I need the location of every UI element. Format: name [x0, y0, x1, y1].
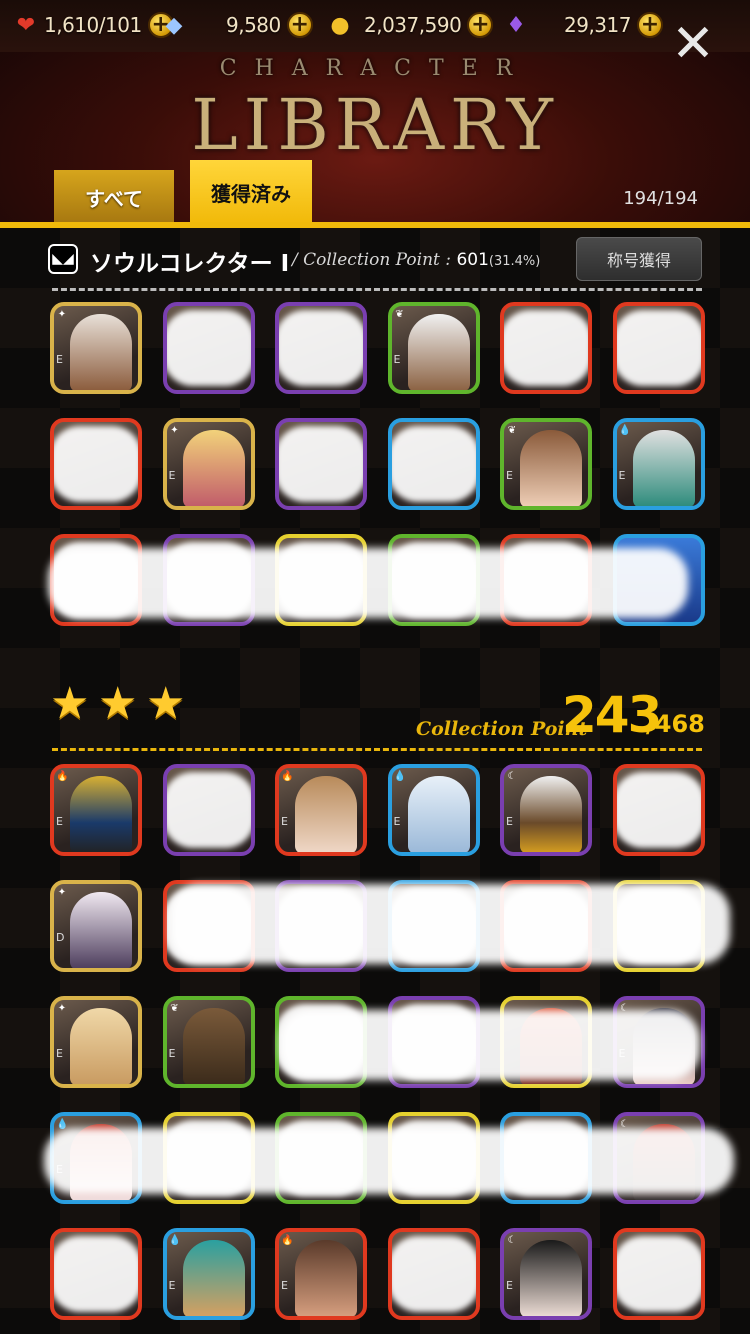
character-card[interactable]: [162, 764, 255, 856]
portrait: [295, 776, 357, 852]
portrait: [407, 314, 470, 390]
character-card[interactable]: [387, 418, 480, 510]
portrait: [182, 1008, 245, 1084]
wood-element-icon: ❦: [170, 1003, 179, 1014]
water-element-icon: 💧: [393, 771, 406, 782]
character-card[interactable]: 💧E: [612, 418, 705, 510]
title-library: LIBRARY: [191, 84, 559, 166]
portrait: [70, 314, 132, 390]
star-icon: ★: [146, 678, 186, 729]
light-element-icon: ✦: [170, 425, 179, 436]
character-card[interactable]: ❦ E: [500, 418, 592, 510]
character-card[interactable]: ✦ E: [162, 418, 255, 510]
collector-cp-percent: (31.4%): [488, 254, 541, 269]
character-card[interactable]: [50, 418, 142, 510]
character-card[interactable]: 🔥 E: [50, 764, 142, 856]
character-card[interactable]: 🔥 E: [275, 1228, 367, 1320]
character-card[interactable]: [275, 418, 367, 510]
wood-element-icon: ❦: [507, 425, 517, 436]
stamina-max: /101: [98, 13, 142, 37]
collector-title: ソウルコレクター Ⅰ: [90, 251, 290, 277]
portrait: [407, 776, 470, 852]
crystal-icon: ♦: [506, 12, 526, 38]
light-element-icon: ✦: [57, 1003, 67, 1014]
star-icon: ★: [98, 678, 138, 729]
character-card[interactable]: 💧E: [387, 764, 480, 856]
character-card[interactable]: [50, 1228, 142, 1320]
character-card[interactable]: 💧E: [162, 1228, 255, 1320]
portrait: [70, 776, 132, 852]
water-element-icon: 💧: [168, 1235, 181, 1246]
portrait: [520, 430, 582, 506]
gem-value: 9,580: [226, 13, 281, 37]
light-element-icon: ✦: [57, 887, 67, 898]
redaction: [280, 1010, 700, 1080]
stamina-resource: ❤ 1,610 /101 +: [12, 10, 174, 40]
character-card[interactable]: [500, 302, 592, 394]
portrait: [295, 1240, 357, 1316]
divider: [52, 288, 702, 291]
redaction: [170, 884, 730, 964]
character-card[interactable]: [162, 302, 255, 394]
character-card[interactable]: [387, 1228, 480, 1320]
light-element-icon: ✦: [57, 309, 67, 320]
water-element-icon: 💧: [618, 425, 631, 436]
character-card[interactable]: [612, 764, 705, 856]
character-card[interactable]: ☾E: [500, 764, 592, 856]
character-card[interactable]: [612, 1228, 705, 1320]
soul-collector-icon: ◣◢: [48, 244, 78, 274]
redaction: [44, 1128, 734, 1194]
portrait: [70, 1008, 132, 1084]
coin-icon: ●: [330, 12, 350, 38]
character-card[interactable]: ✦ D: [50, 880, 142, 972]
portrait: [182, 1240, 245, 1316]
add-gem-button[interactable]: +: [286, 12, 313, 38]
character-count: 194/194: [623, 188, 698, 209]
star-icon: ★: [50, 678, 90, 729]
portrait: [520, 776, 582, 852]
heart-icon: ❤: [16, 12, 36, 38]
redaction: [48, 548, 688, 618]
stamina-value: 1,610: [44, 13, 99, 37]
acquire-title-button[interactable]: 称号獲得: [576, 237, 702, 281]
dark-element-icon: ☾: [507, 771, 517, 782]
gem-resource: ◆ 9,580 +: [160, 10, 313, 40]
add-crystal-button[interactable]: +: [636, 12, 663, 38]
wood-element-icon: ❦: [395, 309, 404, 320]
character-card[interactable]: 🔥 E: [275, 764, 367, 856]
crystal-resource: ♦ 29,317 +: [502, 10, 663, 40]
portrait: [182, 430, 245, 506]
crystal-value: 29,317: [564, 13, 631, 37]
gold-resource: ● 2,037,590 +: [326, 10, 494, 40]
character-card[interactable]: ✦ E: [50, 302, 142, 394]
portrait: [520, 1240, 582, 1316]
add-gold-button[interactable]: +: [467, 12, 494, 38]
rarity-stars: ★ ★ ★: [50, 682, 190, 726]
character-card[interactable]: [275, 302, 367, 394]
character-card[interactable]: [612, 302, 705, 394]
collector-points: / Collection Point : 601(31.4%): [292, 250, 540, 270]
collector-cp-prefix: / Collection Point :: [292, 250, 452, 270]
tab-all[interactable]: すべて: [54, 170, 174, 224]
section-cp-total: /468: [646, 710, 705, 738]
collector-cp-value: 601: [456, 250, 489, 270]
title-character: CHARACTER: [219, 56, 531, 81]
portrait: [632, 430, 695, 506]
gold-value: 2,037,590: [364, 13, 462, 37]
character-card[interactable]: ❦ E: [387, 302, 480, 394]
fire-element-icon: 🔥: [281, 771, 294, 782]
section-divider: [52, 748, 702, 751]
dark-element-icon: ☾: [507, 1235, 517, 1246]
header: ❤ 1,610 /101 + ◆ 9,580 + ● 2,037,590 + ♦…: [0, 0, 750, 228]
character-card[interactable]: ❦ E: [162, 996, 255, 1088]
gem-icon: ◆: [165, 12, 183, 38]
portrait: [70, 892, 132, 968]
tab-acquired[interactable]: 獲得済み: [190, 160, 312, 224]
character-card[interactable]: ☾E: [500, 1228, 592, 1320]
character-card[interactable]: ✦ E: [50, 996, 142, 1088]
fire-element-icon: 🔥: [281, 1235, 294, 1246]
fire-element-icon: 🔥: [56, 771, 69, 782]
